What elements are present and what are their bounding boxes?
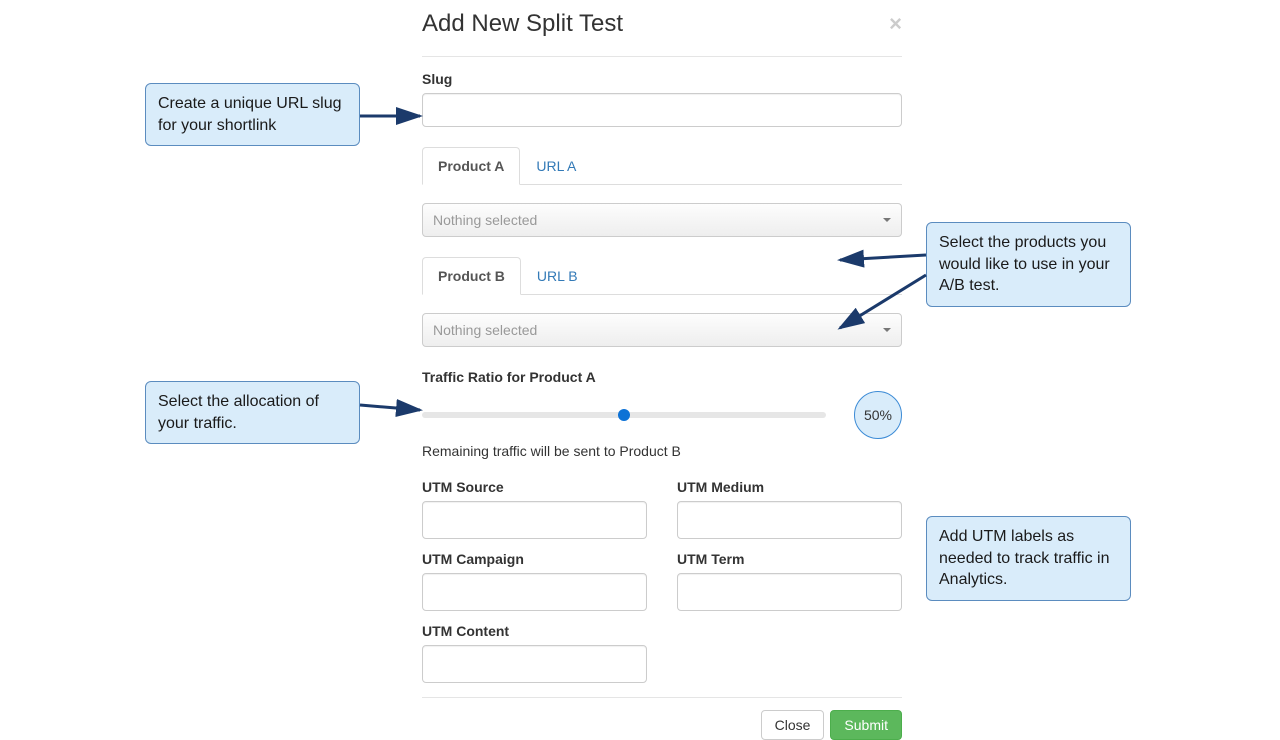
- product-a-tabs: Product A URL A: [422, 147, 902, 185]
- product-b-select-label: Nothing selected: [433, 322, 537, 338]
- modal-title: Add New Split Test: [422, 10, 623, 38]
- utm-campaign-label: UTM Campaign: [422, 551, 647, 567]
- utm-term-label: UTM Term: [677, 551, 902, 567]
- traffic-ratio-badge: 50%: [854, 391, 902, 439]
- utm-grid: UTM Source UTM Medium UTM Campaign UTM T…: [422, 479, 902, 693]
- callout-products: Select the products you would like to us…: [926, 222, 1131, 307]
- utm-medium-label: UTM Medium: [677, 479, 902, 495]
- add-split-test-modal: Add New Split Test × Slug Product A URL …: [422, 10, 902, 740]
- tab-url-a[interactable]: URL A: [520, 147, 592, 185]
- traffic-ratio-label: Traffic Ratio for Product A: [422, 369, 902, 385]
- utm-content-input[interactable]: [422, 645, 647, 683]
- product-b-tabs: Product B URL B: [422, 257, 902, 295]
- utm-source-input[interactable]: [422, 501, 647, 539]
- modal-footer: Close Submit: [422, 710, 902, 740]
- utm-source-label: UTM Source: [422, 479, 647, 495]
- slug-input[interactable]: [422, 93, 902, 127]
- tab-url-b[interactable]: URL B: [521, 257, 594, 295]
- traffic-ratio-note: Remaining traffic will be sent to Produc…: [422, 443, 902, 459]
- product-b-select[interactable]: Nothing selected: [422, 313, 902, 347]
- callout-slug: Create a unique URL slug for your shortl…: [145, 83, 360, 146]
- tab-product-b[interactable]: Product B: [422, 257, 521, 295]
- submit-button[interactable]: Submit: [830, 710, 902, 740]
- callout-utm: Add UTM labels as needed to track traffi…: [926, 516, 1131, 601]
- chevron-down-icon: [883, 218, 891, 222]
- chevron-down-icon: [883, 328, 891, 332]
- product-a-select[interactable]: Nothing selected: [422, 203, 902, 237]
- traffic-ratio-slider[interactable]: [422, 412, 826, 418]
- tab-product-a[interactable]: Product A: [422, 147, 520, 185]
- modal-body: Slug Product A URL A Nothing selected Pr…: [422, 57, 902, 740]
- utm-medium-input[interactable]: [677, 501, 902, 539]
- slider-thumb[interactable]: [618, 409, 630, 421]
- utm-content-label: UTM Content: [422, 623, 647, 639]
- utm-term-input[interactable]: [677, 573, 902, 611]
- traffic-ratio-section: Traffic Ratio for Product A 50% Remainin…: [422, 369, 902, 459]
- divider: [422, 697, 902, 698]
- utm-campaign-input[interactable]: [422, 573, 647, 611]
- product-a-select-label: Nothing selected: [433, 212, 537, 228]
- modal-header: Add New Split Test ×: [422, 10, 902, 57]
- slug-label: Slug: [422, 71, 902, 87]
- close-icon[interactable]: ×: [889, 13, 902, 35]
- close-button[interactable]: Close: [761, 710, 825, 740]
- callout-traffic: Select the allocation of your traffic.: [145, 381, 360, 444]
